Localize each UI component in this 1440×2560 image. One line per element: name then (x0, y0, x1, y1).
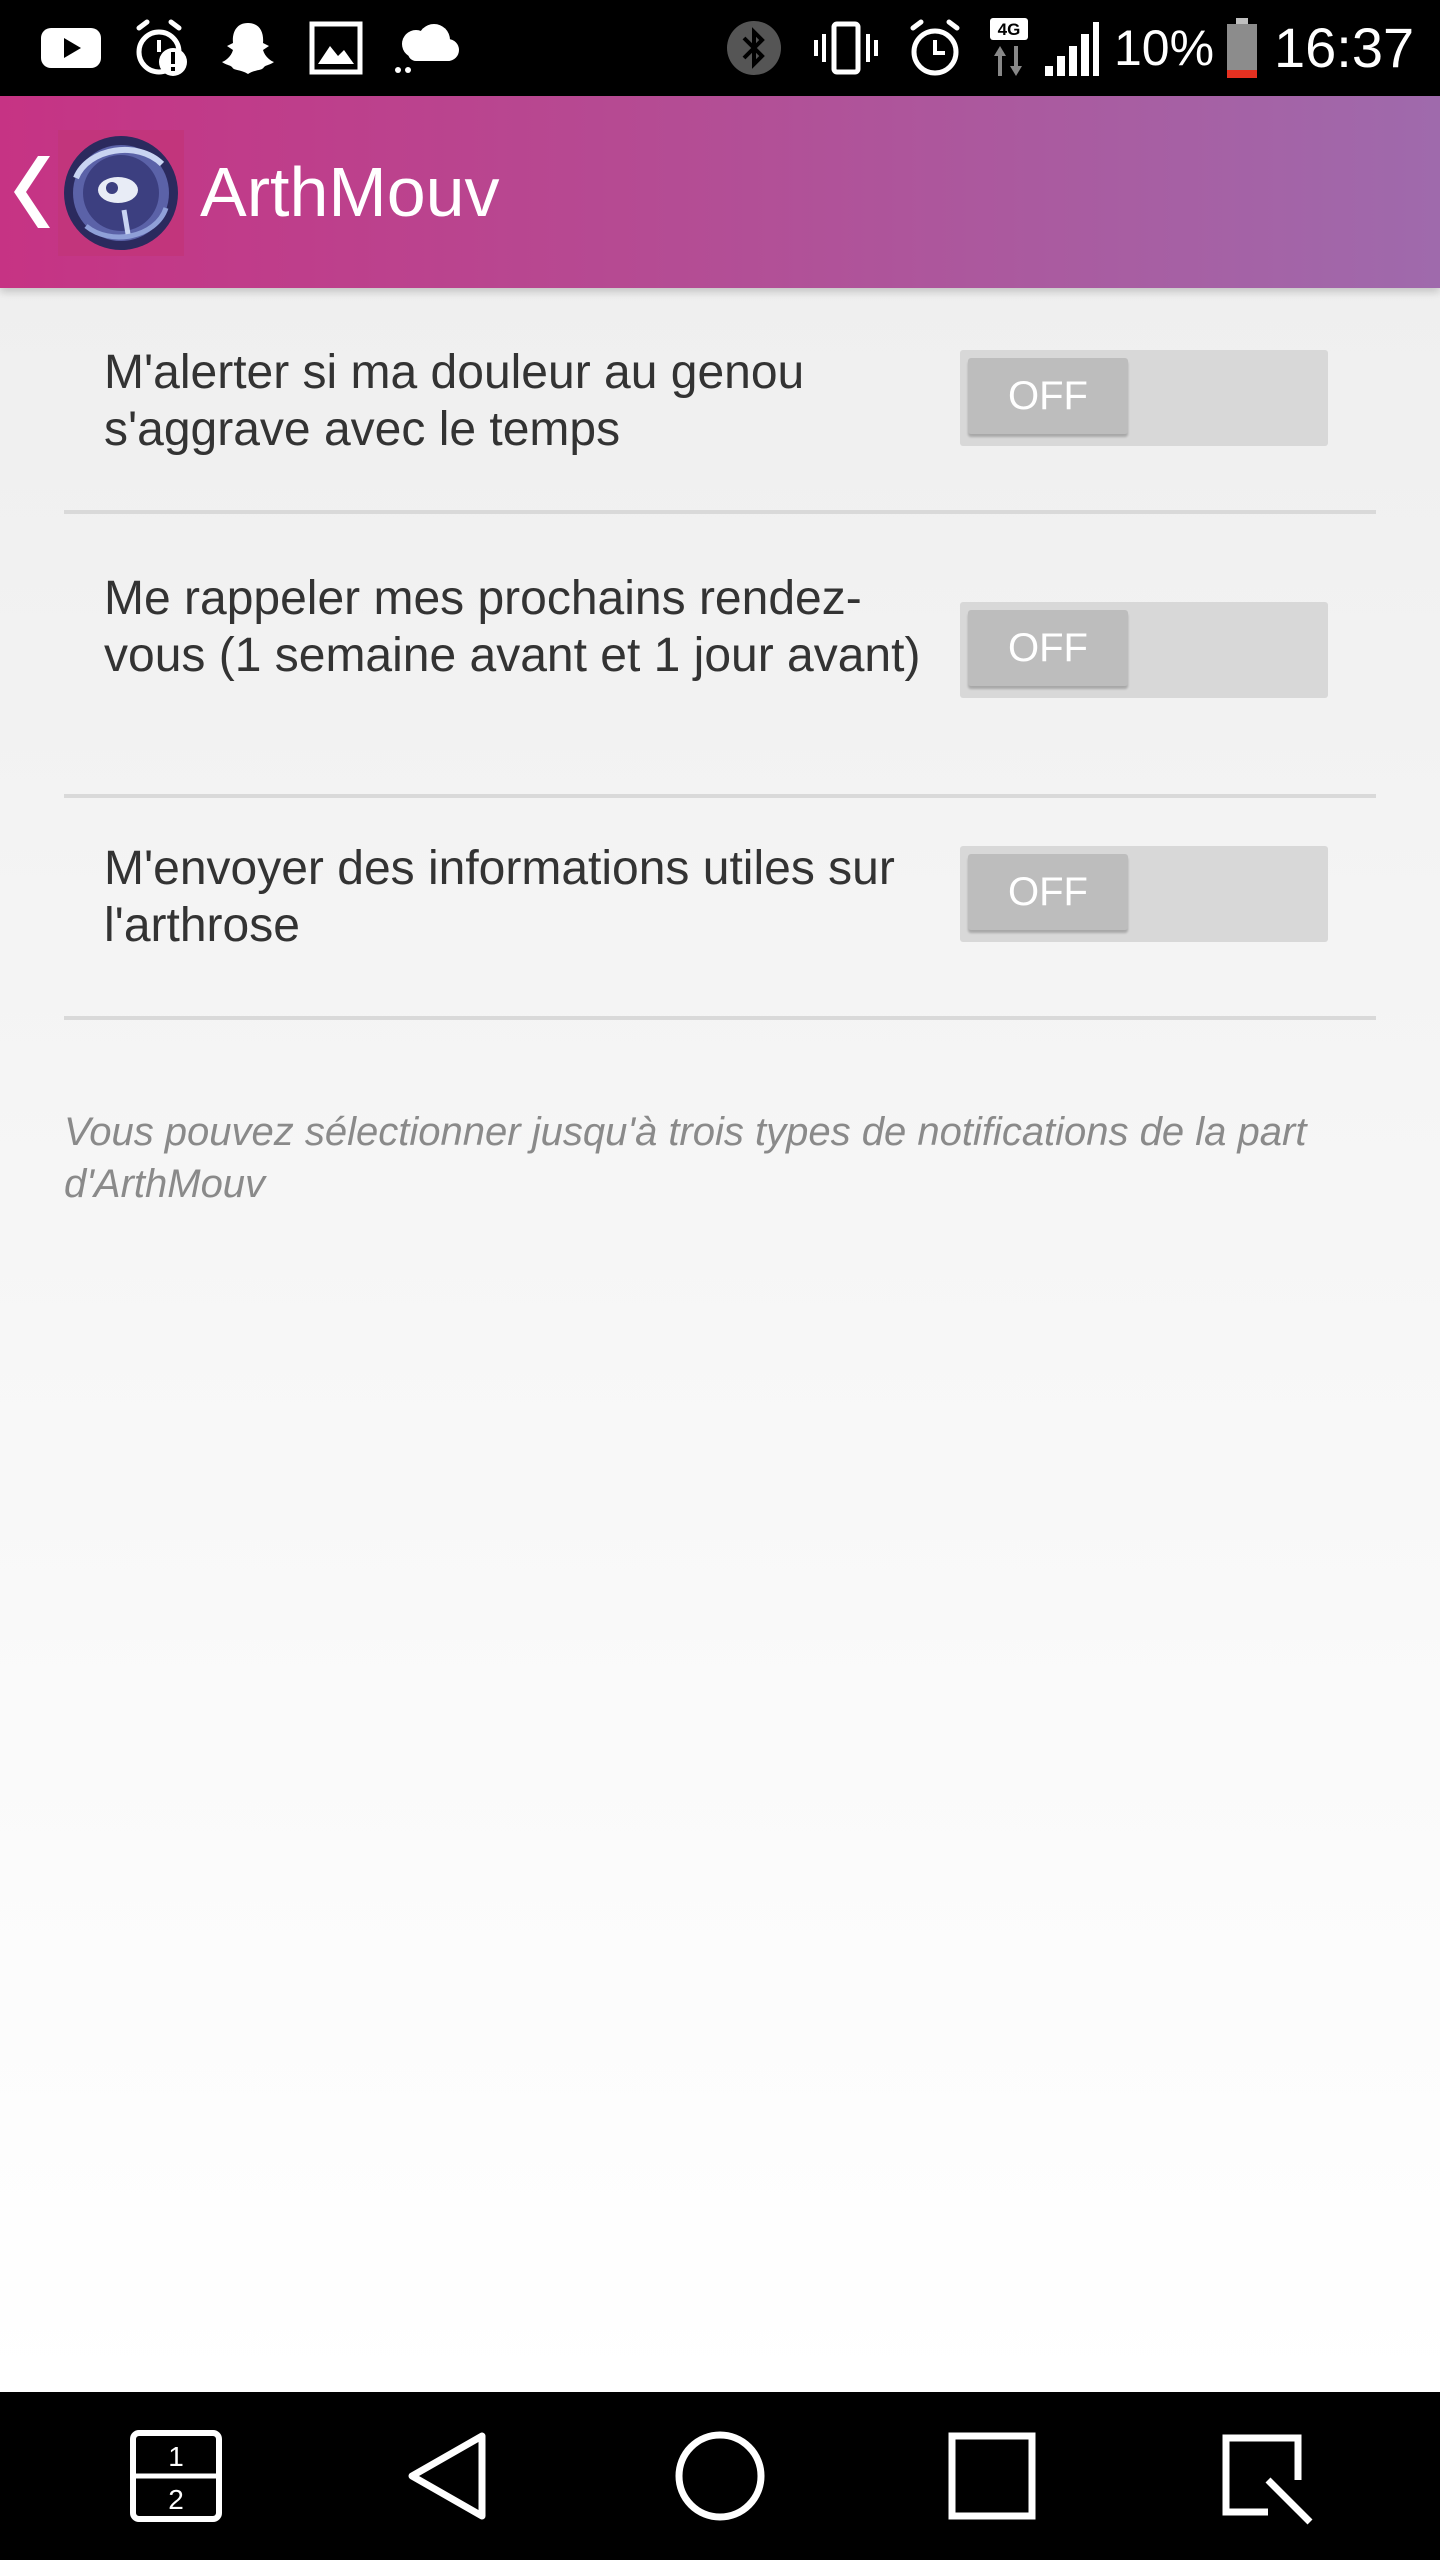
setting-row-arthrosis-info: M'envoyer des informations utiles sur l'… (64, 794, 1376, 1020)
weather-icon (386, 16, 466, 80)
youtube-icon (36, 16, 106, 80)
bluetooth-icon (722, 16, 786, 80)
back-nav-button[interactable] (388, 2416, 508, 2536)
dual-window-button[interactable]: 1 2 (116, 2416, 236, 2536)
battery-icon (1222, 16, 1262, 80)
setting-label: M'envoyer des informations utiles sur l'… (104, 842, 895, 952)
signal-icon (1038, 16, 1104, 80)
chevron-left-icon (14, 156, 50, 228)
recent-apps-icon (948, 2432, 1036, 2520)
vibrate-icon (806, 16, 886, 80)
notification-settings: M'alerter si ma douleur au genou s'aggra… (0, 288, 1440, 2392)
toggle-arthrosis-info[interactable]: OFF (960, 846, 1328, 942)
toggle-knob: OFF (968, 854, 1128, 930)
app-logo-icon (58, 130, 184, 256)
image-icon (304, 16, 368, 80)
status-bar: 4G 10% 16:37 (0, 0, 1440, 96)
setting-row-pain-alert: M'alerter si ma douleur au genou s'aggra… (64, 288, 1376, 514)
alarm-alert-icon (126, 16, 196, 80)
clock: 16:37 (1274, 16, 1415, 79)
network-4g-icon: 4G (984, 16, 1034, 80)
toggle-knob: OFF (968, 610, 1128, 686)
toggle-pain-alert[interactable]: OFF (960, 350, 1328, 446)
toggle-appointment-reminder[interactable]: OFF (960, 602, 1328, 698)
footnote: Vous pouvez sélectionner jusqu'à trois t… (64, 1110, 1307, 1206)
capture-icon (1222, 2434, 1313, 2525)
back-icon (408, 2432, 486, 2520)
app-bar: ArthMouv (0, 96, 1440, 288)
app-title: ArthMouv (200, 153, 500, 231)
home-button[interactable] (660, 2416, 780, 2536)
svg-text:2: 2 (168, 2484, 184, 2515)
setting-row-appointment-reminder: Me rappeler mes prochains rendez-vous (1… (64, 510, 1376, 798)
back-button[interactable] (0, 96, 190, 288)
alarm-icon (900, 16, 970, 80)
recent-apps-button[interactable] (932, 2416, 1052, 2536)
setting-label: M'alerter si ma douleur au genou s'aggra… (104, 346, 805, 456)
toggle-knob: OFF (968, 358, 1128, 434)
setting-label: Me rappeler mes prochains rendez-vous (1… (104, 572, 921, 682)
dual-window-icon: 1 2 (130, 2430, 222, 2522)
battery-percent: 10% (1114, 20, 1215, 76)
capture-button[interactable] (1204, 2416, 1324, 2536)
navigation-bar: 1 2 (0, 2392, 1440, 2560)
svg-text:4G: 4G (998, 20, 1021, 39)
home-icon (675, 2431, 765, 2521)
svg-text:1: 1 (168, 2441, 184, 2472)
snapchat-icon (216, 16, 280, 80)
